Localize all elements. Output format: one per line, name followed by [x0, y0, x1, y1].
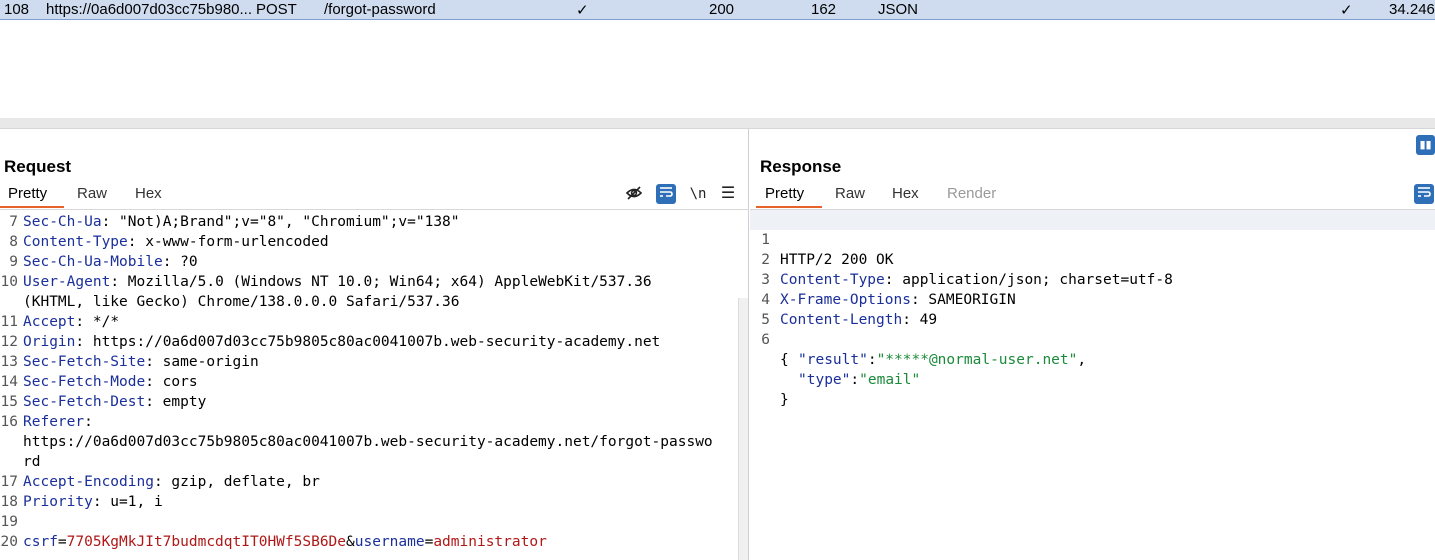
newline-toggle-icon[interactable]: \n [688, 184, 708, 204]
param-csrf-value: 7705KgMkJIt7budmcdqtIT0HWf5SB6De [66, 534, 347, 550]
response-tab-pretty[interactable]: Pretty [756, 186, 822, 208]
history-status: 200 [709, 1, 735, 18]
request-scrollbar[interactable] [738, 298, 748, 560]
request-editor[interactable]: 7 Sec-Ch-Ua: "Not)A;Brand";v="8", "Chromi… [0, 210, 738, 560]
response-tab-raw[interactable]: Raw [835, 186, 865, 208]
history-length: 162 [811, 1, 837, 18]
request-tab-hex[interactable]: Hex [135, 186, 162, 208]
history-ip: 34.246. [1389, 1, 1435, 18]
pane-splitter[interactable] [0, 118, 1435, 129]
response-line-3: 3 X-Frame-Options: SAMEORIGIN [761, 272, 1016, 308]
history-empty-area [0, 20, 1435, 118]
param-username-value: administrator [433, 534, 547, 550]
response-line-1: 1 HTTP/2 200 OK [750, 210, 1435, 268]
request-pane: Request Pretty Raw Hex \n ☰ 7 Sec-Ch-Ua: … [0, 129, 749, 560]
history-url: /forgot-password [324, 1, 436, 18]
response-line-6: 6 { [761, 332, 789, 368]
menu-icon[interactable]: ☰ [718, 184, 738, 204]
response-json-result: "result":"*****@normal-user.net", [798, 352, 1087, 368]
history-row-selected[interactable]: 108 https://0a6d007d03cc75b980... POST /… [0, 0, 1435, 20]
response-tab-hex[interactable]: Hex [892, 186, 919, 208]
history-mime: JSON [878, 1, 919, 18]
response-line-5: 5 [761, 312, 770, 328]
param-csrf-key: csrf [23, 534, 58, 550]
response-title: Response [760, 157, 842, 176]
response-pane: Response Pretty Raw Hex Render 1 HTTP/2 … [750, 129, 1435, 560]
history-host: https://0a6d007d03cc75b980... [46, 1, 253, 18]
response-wrap-lines-icon[interactable] [1414, 184, 1434, 204]
response-line-4: 4 Content-Length: 49 [761, 292, 938, 328]
response-editor[interactable]: 1 HTTP/2 200 OK 2 Content-Type: applicat… [750, 210, 1435, 560]
history-params-check: ✓ [576, 2, 589, 19]
param-username-key: username [354, 534, 425, 550]
response-line-2: 2 Content-Type: application/json; charse… [761, 252, 1173, 288]
request-tab-raw[interactable]: Raw [77, 186, 107, 208]
response-json-type: "type":"email" [798, 372, 921, 388]
history-tls-check: ✓ [1340, 2, 1353, 19]
wrap-lines-icon[interactable] [656, 184, 676, 204]
history-method: POST [256, 1, 297, 18]
inspector-toggle-icon[interactable]: ▮▮ [1416, 135, 1435, 155]
response-tab-render: Render [947, 185, 997, 202]
hide-nonprintable-icon[interactable] [624, 184, 644, 204]
request-title: Request [4, 157, 72, 176]
response-json-close: } [780, 392, 789, 408]
history-id: 108 [4, 1, 30, 18]
request-tab-pretty[interactable]: Pretty [0, 186, 64, 208]
